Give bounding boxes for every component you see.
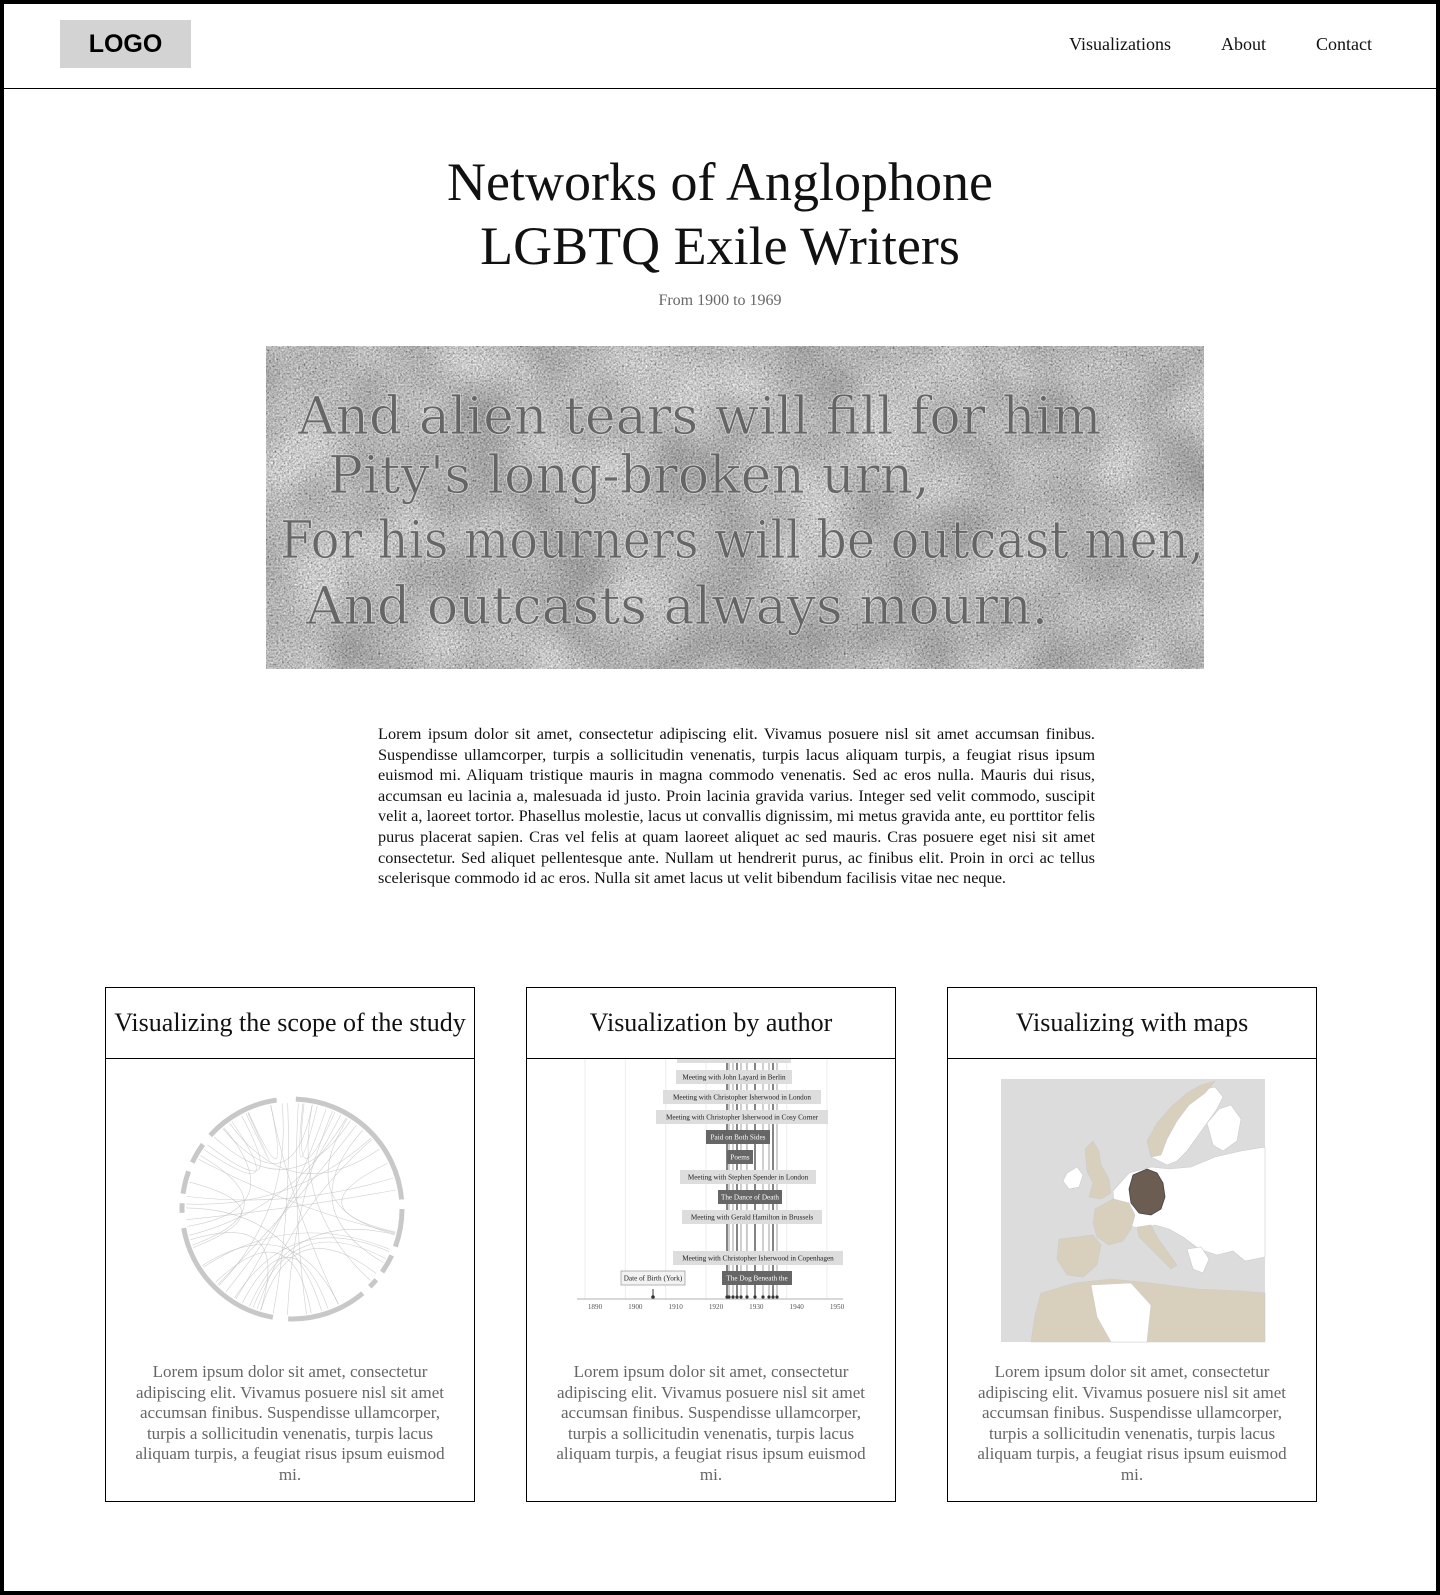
page-title-line2: LGBTQ Exile Writers [480, 216, 960, 276]
birth-dot [651, 1295, 655, 1299]
chord-arc-segment [380, 1254, 394, 1274]
timeline-event-dot [731, 1295, 735, 1299]
chord-link [327, 1118, 396, 1235]
timeline-event-label: Date of Birth (York) [624, 1275, 683, 1283]
timeline-label-clipped [677, 1055, 791, 1063]
chord-link [187, 1127, 251, 1227]
timeline-event-dot [753, 1295, 757, 1299]
timeline-event-label: Meeting with Christopher Isherwood in Lo… [673, 1094, 811, 1102]
nav-contact[interactable]: Contact [1316, 34, 1372, 55]
intro-paragraph: Lorem ipsum dolor sit amet, consectetur … [378, 724, 1095, 888]
chord-link [242, 1257, 329, 1309]
timeline-event-label: Meeting with John Layard in Berlin [682, 1074, 786, 1082]
timeline-event-dot [739, 1295, 743, 1299]
timeline-event-label: Meeting with Christopher Isherwood in Co… [682, 1255, 834, 1263]
page-subtitle: From 1900 to 1969 [658, 292, 782, 309]
chord-link [207, 1115, 261, 1172]
hero-image-stone-inscription: And alien tears will fill for him Pity's… [266, 346, 1204, 669]
card-title: Visualization by author [527, 988, 895, 1059]
timeline-event-dot [771, 1295, 775, 1299]
inscription-line-1: And alien tears will fill for him [297, 387, 1101, 447]
chord-arc-segment [368, 1278, 379, 1289]
timeline-event-dot [775, 1295, 779, 1299]
europe-map-image [948, 1059, 1316, 1349]
chord-link [307, 1104, 371, 1281]
chord-link [248, 1105, 279, 1160]
chord-arc-segment [208, 1097, 278, 1138]
timeline-event-label: Paid on Both Sides [711, 1134, 766, 1142]
card-by-author[interactable]: Visualization by author 1890 1900 1910 1920… [526, 987, 896, 1502]
timeline-event-dot [745, 1295, 749, 1299]
chord-arc-segment [295, 1096, 405, 1200]
page-title: Networks of Anglophone LGBTQ Exile Write… [4, 150, 1436, 278]
timeline-axis-tick: 1950 [830, 1303, 845, 1311]
timeline-axis-tick: 1900 [628, 1303, 643, 1311]
chord-arc-segment [190, 1142, 206, 1164]
timeline-event-dot [761, 1295, 765, 1299]
timeline-event-label: Poems [730, 1154, 749, 1162]
chord-diagram-image [106, 1059, 474, 1349]
timeline-event-label: The Dance of Death [721, 1194, 779, 1202]
timeline-event-dot [727, 1295, 731, 1299]
timeline-axis-tick: 1920 [709, 1303, 724, 1311]
inscription-line-3: For his mourners will be outcast men, [280, 511, 1204, 571]
timeline-axis-tick: 1930 [749, 1303, 764, 1311]
timeline-event-dot [735, 1295, 739, 1299]
timeline-axis-tick: 1910 [668, 1303, 683, 1311]
timeline-axis-tick: 1890 [588, 1303, 603, 1311]
timeline-event-label: Meeting with Stephen Spender in London [688, 1174, 809, 1182]
timeline-axis-tick: 1940 [789, 1303, 804, 1311]
main-nav: Visualizations About Contact [1069, 34, 1372, 55]
chord-link [287, 1110, 333, 1315]
inscription-line-2: Pity's long-broken urn, [328, 446, 930, 506]
chord-arc-segment [393, 1208, 405, 1248]
chord-link [341, 1163, 396, 1233]
chord-link [252, 1241, 386, 1308]
site-header: LOGO Visualizations About Contact [4, 4, 1436, 89]
timeline-event-label: Meeting with Christopher Isherwood in Co… [666, 1114, 819, 1122]
card-title: Visualizing with maps [948, 988, 1316, 1059]
chord-link [186, 1207, 322, 1311]
card-scope-of-study[interactable]: Visualizing the scope of the study Lorem… [105, 987, 475, 1502]
timeline-event-dot [767, 1295, 771, 1299]
card-with-maps[interactable]: Visualizing with maps Lorem ipsum dolor … [947, 987, 1317, 1502]
chord-link [215, 1251, 312, 1314]
chord-arc-segment [181, 1227, 274, 1320]
page-title-line1: Networks of Anglophone [447, 152, 993, 212]
author-timeline-image: 1890 1900 1910 1920 1930 1940 1950 Meeting with… [527, 1055, 895, 1349]
card-description: Lorem ipsum dolor sit amet, consectetur … [977, 1362, 1287, 1484]
chord-link [186, 1137, 372, 1205]
timeline-event-label: The Dog Beneath the [726, 1275, 787, 1283]
site-logo[interactable]: LOGO [60, 20, 191, 68]
chord-arc-segment [288, 1291, 365, 1322]
card-title: Visualizing the scope of the study [106, 988, 474, 1059]
chord-arc-segment [180, 1170, 191, 1195]
nav-about[interactable]: About [1221, 34, 1266, 55]
inscription-line-4: And outcasts always mourn. [305, 577, 1048, 637]
timeline-event-label: Meeting with Gerald Hamilton in Brussels [691, 1214, 814, 1222]
card-description: Lorem ipsum dolor sit amet, consectetur … [556, 1362, 866, 1484]
card-description: Lorem ipsum dolor sit amet, consectetur … [135, 1362, 445, 1484]
nav-visualizations[interactable]: Visualizations [1069, 34, 1171, 55]
